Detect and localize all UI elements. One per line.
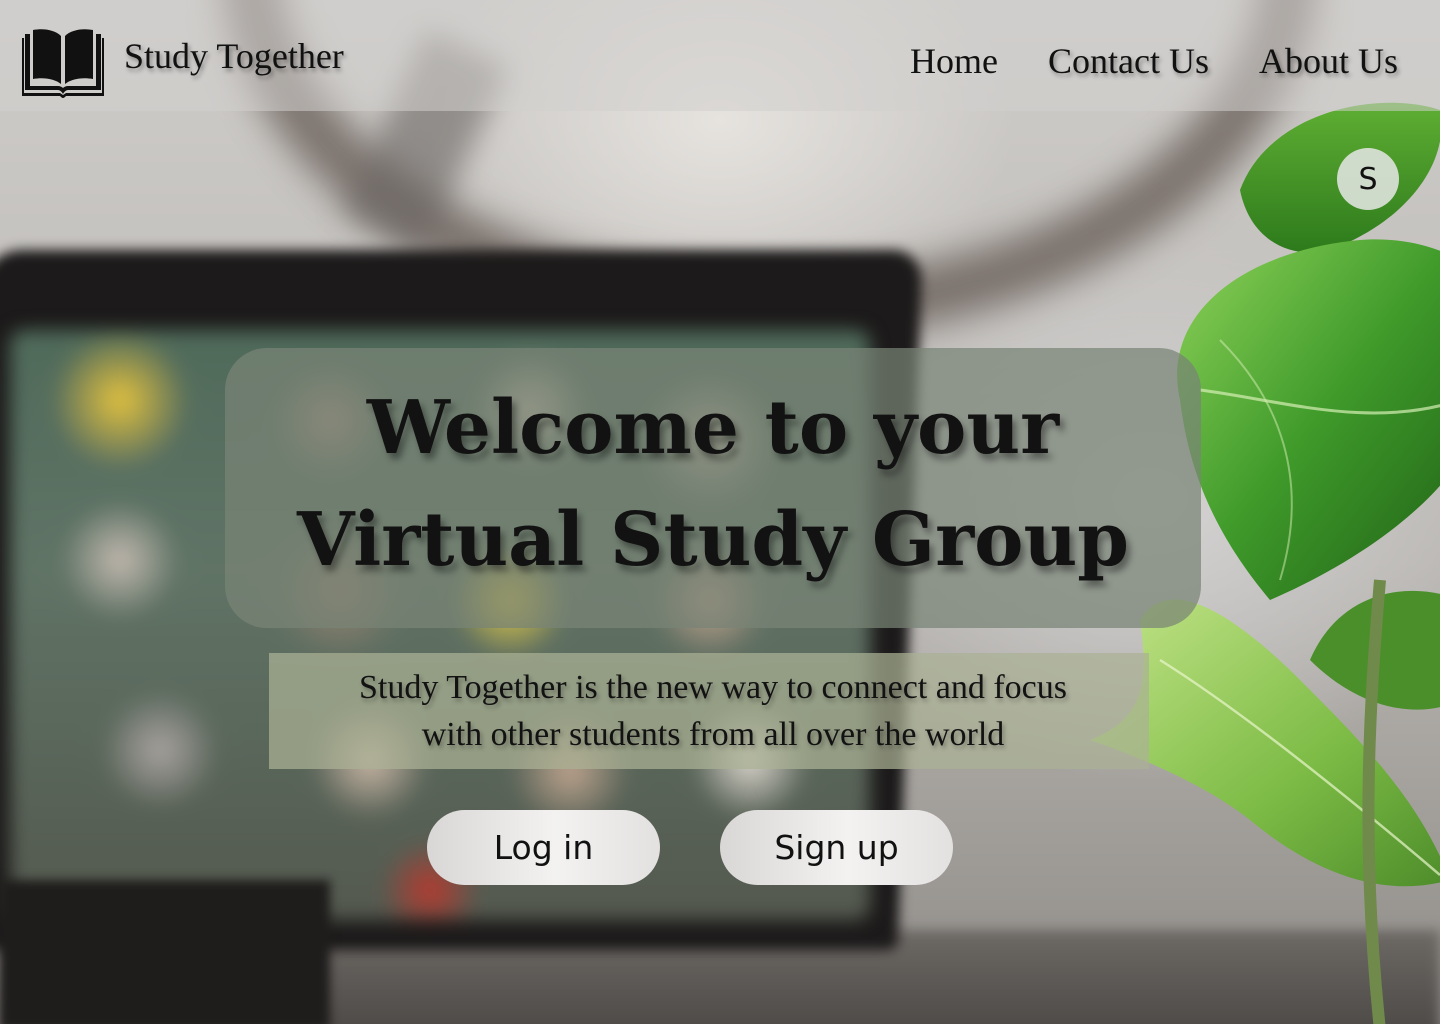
- user-avatar[interactable]: S: [1337, 148, 1399, 210]
- background-laptop-base: [0, 880, 330, 1024]
- nav-contact-link[interactable]: Contact Us: [1048, 40, 1209, 82]
- hero-title-card: Welcome to your Virtual Study Group: [225, 348, 1201, 628]
- main-nav: Home Contact Us About Us: [910, 40, 1398, 82]
- brand-name: Study Together: [124, 36, 344, 76]
- hero-title-line-2: Virtual Study Group: [296, 497, 1130, 583]
- hero-subtitle-line-1: Study Together is the new way to connect…: [359, 669, 1067, 706]
- brand[interactable]: Study Together: [22, 26, 344, 98]
- login-button[interactable]: Log in: [427, 810, 660, 885]
- signup-button[interactable]: Sign up: [720, 810, 953, 885]
- nav-about-link[interactable]: About Us: [1259, 40, 1398, 82]
- hero-subtitle-line-2: with other students from all over the wo…: [421, 716, 1005, 753]
- nav-home-link[interactable]: Home: [910, 40, 998, 82]
- top-navbar: Study Together Home Contact Us About Us: [0, 0, 1440, 111]
- hero-title-line-1: Welcome to your: [366, 385, 1060, 471]
- open-book-icon: [22, 29, 104, 98]
- hero-subtitle-card: Study Together is the new way to connect…: [269, 653, 1149, 769]
- hero-subtitle: Study Together is the new way to connect…: [359, 664, 1067, 758]
